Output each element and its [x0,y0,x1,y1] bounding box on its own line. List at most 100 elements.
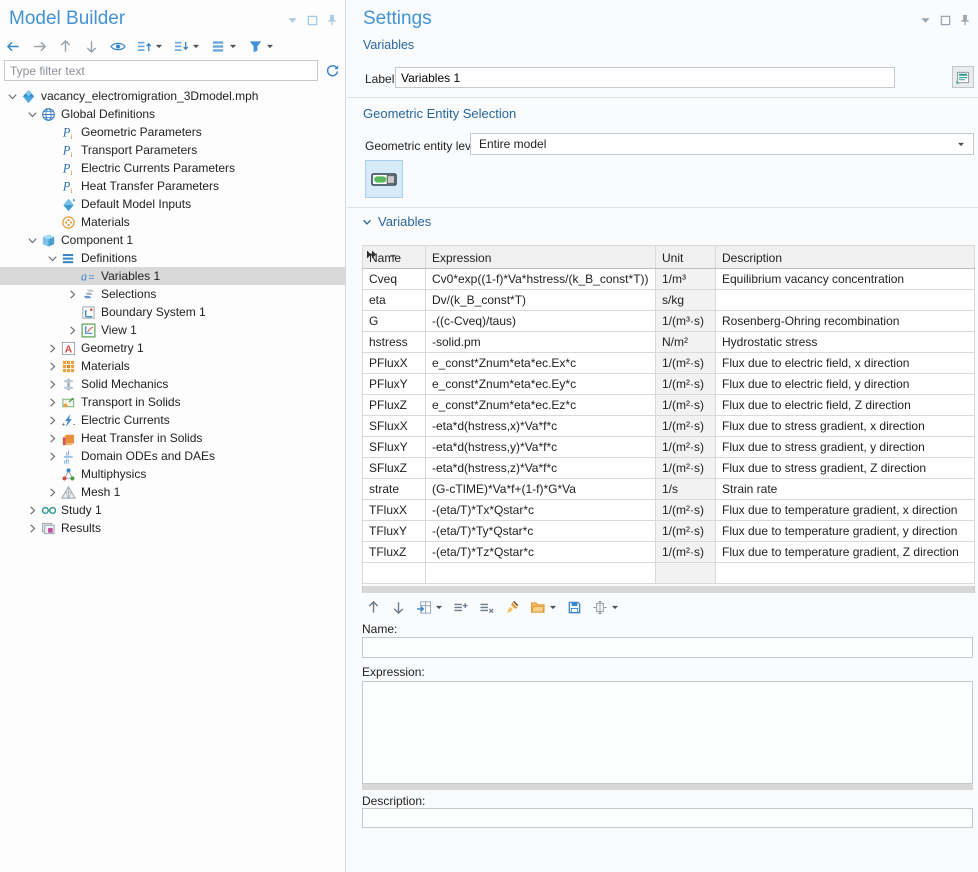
tree-item-solid-mechanics[interactable]: Solid Mechanics [0,375,345,393]
tree-item-transport-in-solids[interactable]: Transport in Solids [0,393,345,411]
cell-name[interactable]: hstress [363,332,426,353]
chevron-right-icon[interactable] [44,414,60,427]
cell-name[interactable]: SFluxY [363,437,426,458]
variable-row[interactable]: PFluxZe_const*Znum*eta*ec.Ez*c1/(m²·s)Fl… [363,395,975,416]
label-input[interactable] [395,67,895,88]
tree-item-global-definitions[interactable]: Global Definitions [0,105,345,123]
cell-expression[interactable]: -eta*d(hstress,x)*Va*f*c [426,416,656,437]
tree-item-vacancy-electromigration-3dmodel-mph[interactable]: vacancy_electromigration_3Dmodel.mph [0,87,345,105]
cell-unit[interactable] [656,563,716,584]
cell-expression[interactable]: -(eta/T)*Tx*Qstar*c [426,500,656,521]
move-up-button[interactable] [364,598,383,617]
cell-description[interactable]: Flux due to stress gradient, y direction [716,437,975,458]
tree-item-electric-currents[interactable]: +-Electric Currents [0,411,345,429]
move-to-table-button[interactable] [414,598,445,617]
chevron-right-icon[interactable] [44,360,60,373]
cell-expression[interactable]: e_const*Znum*eta*ec.Ey*c [426,374,656,395]
forward-button[interactable] [30,37,49,56]
tree-item-results[interactable]: Results [0,519,345,537]
filter-input[interactable] [4,60,318,81]
column-header-name[interactable]: Name [363,246,426,269]
cell-unit[interactable]: 1/(m²·s) [656,521,716,542]
cell-expression[interactable]: e_const*Znum*eta*ec.Ez*c [426,395,656,416]
tree-item-materials[interactable]: Materials [0,213,345,231]
dropdown-caret-icon[interactable] [229,43,237,50]
variable-row[interactable]: SFluxZ-eta*d(hstress,z)*Va*f*c1/(m²·s)Fl… [363,458,975,479]
variable-row[interactable]: PFluxYe_const*Znum*eta*ec.Ey*c1/(m²·s)Fl… [363,374,975,395]
move-down-button[interactable] [82,37,101,56]
cell-name[interactable]: strate [363,479,426,500]
cell-expression[interactable]: (G-cTIME)*Va*f+(1-f)*G*Va [426,479,656,500]
panel-float-icon[interactable] [940,15,951,26]
cell-unit[interactable]: 1/(m²·s) [656,458,716,479]
cell-expression[interactable]: Dv/(k_B_const*T) [426,290,656,311]
variable-row[interactable]: etaDv/(k_B_const*T)s/kg [363,290,975,311]
chevron-right-icon[interactable] [44,486,60,499]
cell-name[interactable]: PFluxZ [363,395,426,416]
cell-expression[interactable]: -(eta/T)*Tz*Qstar*c [426,542,656,563]
chevron-right-icon[interactable] [24,504,40,517]
cell-expression[interactable]: -eta*d(hstress,y)*Va*f*c [426,437,656,458]
cell-unit[interactable]: 1/(m³·s) [656,311,716,332]
expand-all-button[interactable] [172,37,202,56]
dropdown-caret-icon[interactable] [389,249,397,263]
cell-unit[interactable]: s/kg [656,290,716,311]
panel-menu-icon[interactable] [920,16,931,25]
variable-row[interactable]: TFluxZ-(eta/T)*Tz*Qstar*c1/(m²·s)Flux du… [363,542,975,563]
chevron-right-icon[interactable] [44,378,60,391]
tree-item-default-model-inputs[interactable]: Default Model Inputs [0,195,345,213]
dropdown-caret-icon[interactable] [192,43,200,50]
cell-description[interactable] [716,290,975,311]
collapse-all-button[interactable] [135,37,165,56]
cell-description[interactable]: Flux due to temperature gradient, Z dire… [716,542,975,563]
tree-item-geometric-parameters[interactable]: PiGeometric Parameters [0,123,345,141]
move-columns-icon[interactable] [366,248,377,262]
cell-name[interactable]: SFluxX [363,416,426,437]
cell-name[interactable]: SFluxZ [363,458,426,479]
cell-name[interactable]: G [363,311,426,332]
cell-name[interactable]: TFluxZ [363,542,426,563]
cell-description[interactable]: Equilibrium vacancy concentration [716,269,975,290]
panel-float-icon[interactable] [307,15,318,26]
chevron-down-icon[interactable] [4,90,20,103]
expression-horizontal-scrollbar[interactable] [362,784,973,790]
dropdown-caret-icon[interactable] [549,604,557,611]
refresh-icon[interactable] [323,62,342,81]
move-down-button[interactable] [389,598,408,617]
chevron-right-icon[interactable] [64,324,80,337]
chevron-right-icon[interactable] [64,288,80,301]
cell-name[interactable]: PFluxX [363,353,426,374]
cell-name[interactable]: PFluxY [363,374,426,395]
dropdown-caret-icon[interactable] [266,43,274,50]
cell-unit[interactable]: 1/(m²·s) [656,437,716,458]
variable-row[interactable]: CveqCv0*exp((1-f)*Va*hstress/(k_B_const*… [363,269,975,290]
tree-item-materials[interactable]: Materials [0,357,345,375]
cell-name[interactable]: TFluxY [363,521,426,542]
variable-row[interactable]: TFluxY-(eta/T)*Ty*Qstar*c1/(m²·s)Flux du… [363,521,975,542]
model-tree-rows-button[interactable] [209,37,239,56]
variable-row[interactable]: TFluxX-(eta/T)*Tx*Qstar*c1/(m²·s)Flux du… [363,500,975,521]
tree-item-variables-1[interactable]: a=Variables 1 [0,267,345,285]
tree-item-view-1[interactable]: View 1 [0,321,345,339]
cell-description[interactable]: Rosenberg-Ohring recombination [716,311,975,332]
cell-unit[interactable]: 1/(m²·s) [656,353,716,374]
add-expression-button[interactable] [451,598,471,617]
tree-item-component-1[interactable]: Component 1 [0,231,345,249]
chevron-down-icon[interactable] [44,252,60,265]
clear-table-button[interactable] [503,598,522,617]
cell-description[interactable]: Flux due to electric field, y direction [716,374,975,395]
cell-description[interactable]: Flux due to stress gradient, x direction [716,416,975,437]
description-input[interactable] [362,808,973,828]
chevron-down-icon[interactable] [24,108,40,121]
cell-description[interactable]: Flux due to electric field, x direction [716,353,975,374]
expression-input[interactable] [362,681,973,784]
table-horizontal-scrollbar[interactable] [362,586,975,593]
dropdown-caret-icon[interactable] [611,604,619,611]
cell-unit[interactable]: 1/(m²·s) [656,416,716,437]
cell-unit[interactable]: 1/(m²·s) [656,395,716,416]
tree-item-multiphysics[interactable]: Multiphysics [0,465,345,483]
chevron-down-icon[interactable] [24,234,40,247]
move-up-button[interactable] [56,37,75,56]
cell-description[interactable]: Flux due to stress gradient, Z direction [716,458,975,479]
cell-name[interactable]: Cveq [363,269,426,290]
